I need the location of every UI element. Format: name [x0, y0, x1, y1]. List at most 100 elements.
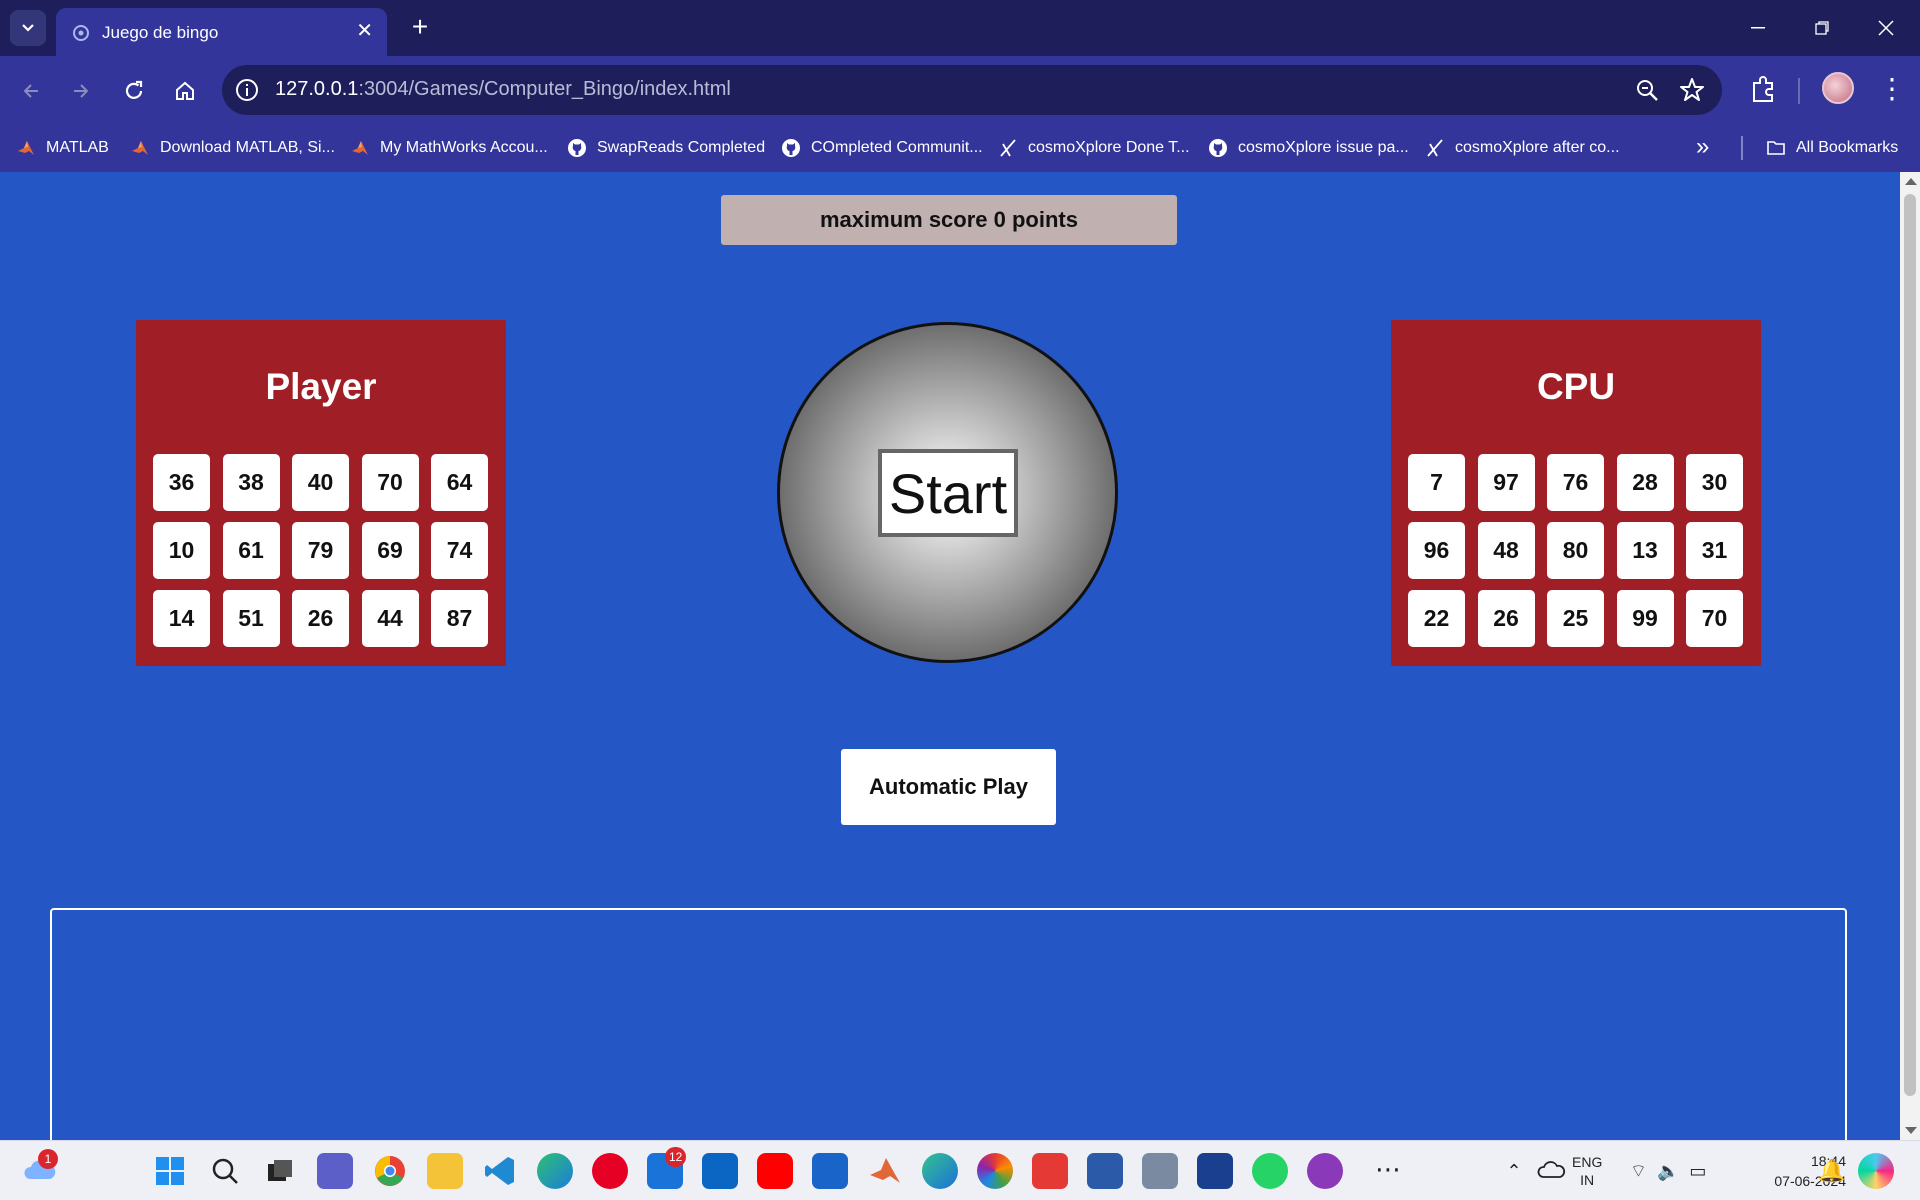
home-button[interactable] — [168, 74, 202, 108]
player-number-cell[interactable]: 87 — [431, 590, 488, 647]
zoom-icon[interactable] — [1634, 77, 1660, 103]
player-number-cell[interactable]: 44 — [361, 590, 419, 647]
close-tab-icon[interactable]: ✕ — [356, 20, 373, 42]
player-number-cell[interactable]: 36 — [153, 454, 210, 511]
player-number-cell[interactable]: 79 — [292, 522, 349, 579]
bookmarks-bar: MATLAB Download MATLAB, Si... My MathWor… — [0, 124, 1920, 172]
chrome-app[interactable] — [372, 1153, 408, 1189]
url-text[interactable]: 127.0.0.1:3004/Games/Computer_Bingo/inde… — [275, 78, 731, 101]
address-bar[interactable]: 127.0.0.1:3004/Games/Computer_Bingo/inde… — [222, 65, 1722, 115]
cpu-number-cell[interactable]: 30 — [1686, 454, 1743, 511]
virtualbox-app[interactable] — [1087, 1153, 1123, 1189]
onedrive-tray[interactable] — [1534, 1153, 1570, 1189]
forward-button[interactable] — [64, 74, 98, 108]
cpu-number-cell[interactable]: 13 — [1616, 522, 1674, 579]
windows-taskbar: 1 12 ⋯ ⌃ ENG IN ⌔ 🔈 ▭ 18:44 07-06-2024 🔔 — [0, 1140, 1920, 1200]
github-desktop-app[interactable] — [1307, 1153, 1343, 1189]
tab-search-menu-button[interactable] — [10, 10, 46, 46]
browser-menu-icon[interactable]: ⋮ — [1878, 72, 1906, 108]
back-button[interactable] — [14, 74, 48, 108]
cpu-number-cell[interactable]: 99 — [1616, 590, 1674, 647]
player-number-cell[interactable]: 64 — [431, 454, 488, 511]
player-number-cell[interactable]: 74 — [431, 522, 488, 579]
bookmark-item[interactable]: Download MATLAB, Si... — [130, 134, 335, 162]
mail-app[interactable]: 12 — [647, 1147, 687, 1189]
search-taskbar-button[interactable] — [207, 1153, 243, 1189]
wps-app[interactable] — [1032, 1153, 1068, 1189]
player-number-cell[interactable]: 61 — [222, 522, 280, 579]
cpu-number-cell[interactable]: 80 — [1547, 522, 1604, 579]
page-scrollbar[interactable] — [1900, 172, 1920, 1140]
linkedin-app[interactable] — [702, 1153, 738, 1189]
color-app[interactable] — [977, 1153, 1013, 1189]
tab-juego-de-bingo[interactable]: Juego de bingo ✕ — [56, 8, 387, 56]
scroll-up-arrow-icon[interactable] — [1905, 178, 1917, 185]
new-tab-button[interactable]: + — [404, 12, 436, 44]
automatic-play-button[interactable]: Automatic Play — [841, 749, 1056, 825]
bookmark-star-icon[interactable] — [1678, 76, 1706, 104]
bookmark-item[interactable]: cosmoXplore Done T... — [998, 134, 1190, 162]
cpu-number-cell[interactable]: 28 — [1616, 454, 1674, 511]
copilot-icon[interactable] — [1858, 1153, 1894, 1189]
bookmark-item[interactable]: My MathWorks Accou... — [350, 134, 548, 162]
start-button[interactable]: Start — [878, 449, 1018, 537]
extensions-icon[interactable] — [1746, 73, 1780, 107]
cpu-number-cell[interactable]: 97 — [1477, 454, 1535, 511]
close-window-button[interactable] — [1854, 0, 1918, 56]
minimize-button[interactable] — [1726, 0, 1790, 56]
cpu-number-cell[interactable]: 70 — [1686, 590, 1743, 647]
player-number-cell[interactable]: 14 — [153, 590, 210, 647]
cpu-number-cell[interactable]: 76 — [1547, 454, 1604, 511]
devcpp-app[interactable] — [1197, 1153, 1233, 1189]
bookmark-item[interactable]: SwapReads Completed — [567, 134, 765, 162]
github-icon — [1209, 139, 1227, 157]
show-hidden-icons-icon[interactable]: ⌃ — [1496, 1153, 1532, 1189]
scroll-down-arrow-icon[interactable] — [1905, 1127, 1917, 1134]
cpu-number-cell[interactable]: 26 — [1477, 590, 1535, 647]
more-bookmarks-icon[interactable]: » — [1696, 134, 1709, 160]
site-info-icon[interactable] — [234, 77, 260, 103]
bookmark-item[interactable]: COmpleted Communit... — [781, 134, 983, 162]
youtube-app[interactable] — [757, 1153, 793, 1189]
restore-button[interactable] — [1790, 0, 1854, 56]
vscode-app[interactable] — [482, 1153, 518, 1189]
scrollbar-thumb[interactable] — [1904, 194, 1916, 1096]
pinterest-app[interactable] — [592, 1153, 628, 1189]
reload-button[interactable] — [117, 74, 151, 108]
mysql-app[interactable] — [1142, 1153, 1178, 1189]
player-number-cell[interactable]: 70 — [361, 454, 419, 511]
player-number-cell[interactable]: 26 — [292, 590, 349, 647]
player-number-cell[interactable]: 38 — [222, 454, 280, 511]
bookmark-item[interactable]: cosmoXplore after co... — [1425, 134, 1620, 162]
player-number-cell[interactable]: 10 — [153, 522, 210, 579]
weather-badge: 1 — [38, 1149, 58, 1169]
cpu-number-cell[interactable]: 22 — [1408, 590, 1465, 647]
whatsapp-app[interactable] — [1252, 1153, 1288, 1189]
start-button-windows[interactable] — [152, 1153, 188, 1189]
teams-app[interactable] — [317, 1153, 353, 1189]
bookmark-item[interactable]: MATLAB — [16, 134, 109, 162]
cpu-number-cell[interactable]: 25 — [1547, 590, 1604, 647]
task-view-button[interactable] — [262, 1153, 298, 1189]
cloud-sync-icon — [1537, 1161, 1566, 1178]
player-number-cell[interactable]: 69 — [361, 522, 419, 579]
language-indicator[interactable]: ENG IN — [1572, 1153, 1602, 1189]
player-number-cell[interactable]: 40 — [292, 454, 349, 511]
matlab-app[interactable] — [867, 1153, 903, 1189]
edge-app[interactable] — [537, 1153, 573, 1189]
edge-dev-app[interactable] — [922, 1153, 958, 1189]
cpu-number-cell[interactable]: 96 — [1408, 522, 1465, 579]
network-volume-battery-tray[interactable]: ⌔ 🔈 ▭ — [1630, 1153, 1730, 1189]
all-bookmarks-button[interactable]: All Bookmarks — [1766, 134, 1898, 162]
cpu-number-cell[interactable]: 7 — [1408, 454, 1465, 511]
profile-avatar[interactable] — [1822, 72, 1854, 104]
player-number-cell[interactable]: 51 — [222, 590, 280, 647]
cpu-number-cell[interactable]: 31 — [1686, 522, 1743, 579]
bookmark-item[interactable]: cosmoXplore issue pa... — [1208, 134, 1409, 162]
store-app[interactable] — [812, 1153, 848, 1189]
file-explorer-app[interactable] — [427, 1153, 463, 1189]
weather-widget[interactable]: 1 — [22, 1149, 58, 1189]
notification-bell-icon[interactable]: 🔔 — [1818, 1153, 1846, 1189]
cpu-number-cell[interactable]: 48 — [1477, 522, 1535, 579]
more-apps-icon[interactable]: ⋯ — [1370, 1153, 1406, 1189]
